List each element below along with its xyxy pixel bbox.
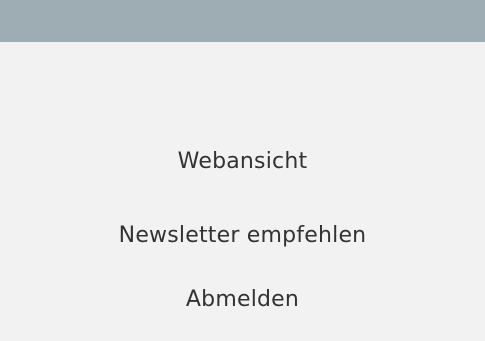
unsubscribe-link[interactable]: Abmelden — [0, 287, 485, 313]
footer-links: Webansicht Newsletter empfehlen Abmelden — [0, 42, 485, 341]
header-bar — [0, 0, 485, 42]
web-view-link[interactable]: Webansicht — [0, 149, 485, 175]
recommend-newsletter-link[interactable]: Newsletter empfehlen — [0, 223, 485, 249]
